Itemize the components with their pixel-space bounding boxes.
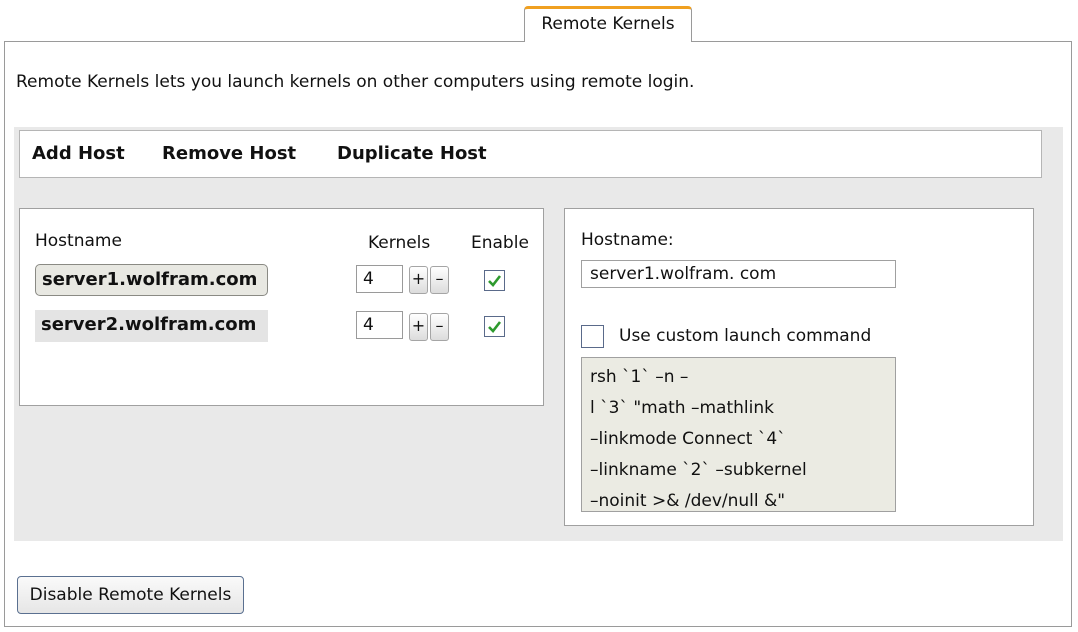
- duplicate-host-button[interactable]: Duplicate Host: [337, 143, 487, 164]
- command-line: l `3` "math –mathlink: [590, 398, 774, 418]
- kernels-count-field[interactable]: 4: [356, 265, 403, 293]
- host-row-server1[interactable]: server1.wolfram.com: [35, 264, 268, 296]
- intro-text: Remote Kernels lets you launch kernels o…: [16, 72, 695, 92]
- increment-kernels-button[interactable]: +: [409, 266, 428, 294]
- checkmark-icon: [488, 321, 502, 333]
- custom-launch-checkbox[interactable]: [581, 325, 604, 348]
- host-toolbar: Add Host Remove Host Duplicate Host: [19, 130, 1042, 178]
- command-line: rsh `1` –n –: [590, 367, 689, 387]
- decrement-kernels-button[interactable]: –: [430, 266, 449, 294]
- command-line: –linkname `2` –subkernel: [590, 460, 807, 480]
- hostname-field[interactable]: server1.wolfram. com: [581, 260, 896, 288]
- command-line: –noinit >& /dev/null &": [590, 491, 786, 511]
- host-row-server2[interactable]: server2.wolfram.com: [35, 310, 268, 342]
- enable-checkbox[interactable]: [484, 270, 505, 291]
- hostname-column-header: Hostname: [35, 231, 122, 251]
- decrement-kernels-button[interactable]: –: [430, 313, 449, 341]
- disable-remote-kernels-button[interactable]: Disable Remote Kernels: [17, 576, 244, 614]
- custom-launch-label: Use custom launch command: [619, 326, 872, 346]
- launch-command-field[interactable]: rsh `1` –n – l `3` "math –mathlink –link…: [581, 357, 896, 512]
- kernels-count-field[interactable]: 4: [356, 311, 403, 339]
- add-host-button[interactable]: Add Host: [32, 143, 125, 164]
- command-line: –linkmode Connect `4`: [590, 429, 786, 449]
- enable-checkbox[interactable]: [484, 316, 505, 337]
- remove-host-button[interactable]: Remove Host: [162, 143, 296, 164]
- hostname-label: Hostname:: [581, 230, 674, 250]
- checkmark-icon: [488, 275, 502, 287]
- enable-column-header: Enable: [471, 233, 529, 253]
- increment-kernels-button[interactable]: +: [409, 313, 428, 341]
- kernels-column-header: Kernels: [368, 233, 431, 253]
- tab-remote-kernels[interactable]: Remote Kernels: [524, 6, 692, 42]
